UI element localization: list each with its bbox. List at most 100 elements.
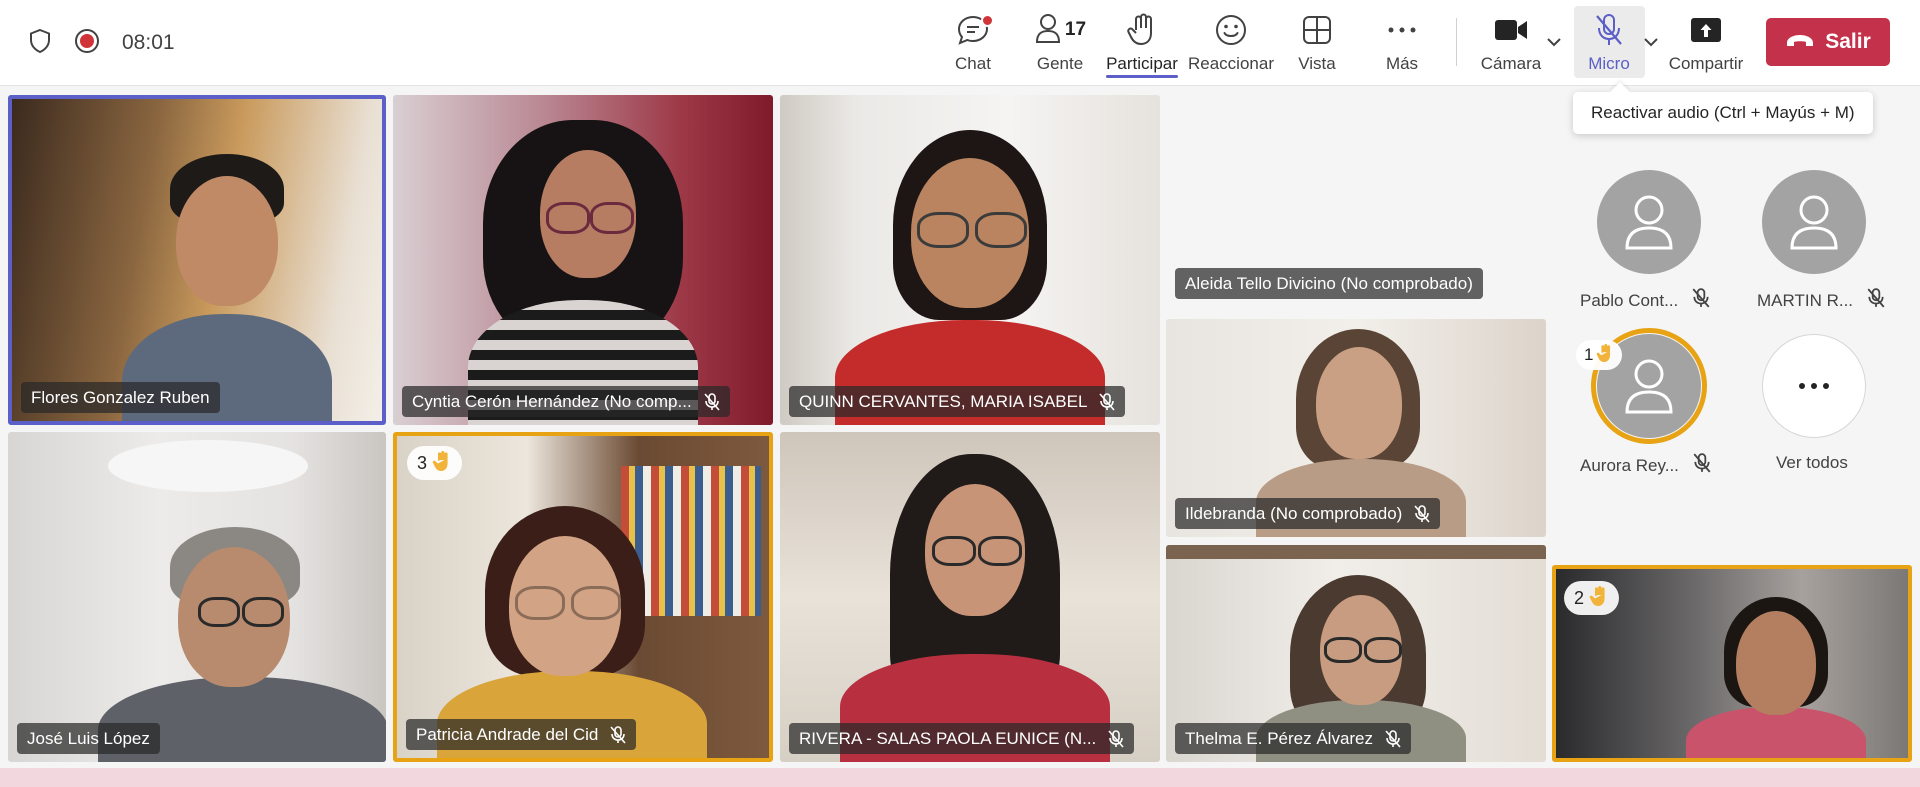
chat-icon <box>956 12 994 48</box>
more-button[interactable]: Más <box>1380 8 1424 78</box>
participant-name: MARTIN R... <box>1757 290 1854 310</box>
participant-video <box>1686 597 1866 758</box>
video-tile[interactable]: 3 Patricia Andrade del Cid <box>393 432 773 762</box>
participant-name: Ildebranda (No comprobado) <box>1185 503 1403 523</box>
person-icon <box>1625 195 1673 250</box>
leave-button[interactable]: Salir <box>1766 18 1890 66</box>
people-icon-wrap: 17 <box>1034 12 1086 48</box>
video-tile[interactable]: José Luis López <box>8 432 386 762</box>
participant-video <box>840 454 1110 762</box>
active-tab-indicator <box>1106 75 1178 78</box>
meeting-toolbar: 08:01 Chat 17 Gente Participar Reacciona… <box>0 0 1920 86</box>
video-tile[interactable]: Cyntia Cerón Hernández (No comp... <box>393 95 773 425</box>
raised-hand-icon <box>1589 585 1609 612</box>
participant-name-label: Cyntia Cerón Hernández (No comp... <box>402 386 730 417</box>
video-tile[interactable]: 2 <box>1552 565 1912 762</box>
participant-name: Aleida Tello Divicino (No comprobado) <box>1185 273 1473 293</box>
share-button[interactable]: Compartir <box>1668 8 1744 78</box>
participant-video <box>98 527 386 762</box>
hand-order-number: 1 <box>1584 345 1594 364</box>
ceiling-beam <box>1166 545 1546 559</box>
raised-hand-badge: 3 <box>407 446 463 480</box>
participant-name: Patricia Andrade del Cid <box>416 724 599 744</box>
mic-button[interactable]: Micro <box>1580 8 1638 78</box>
people-label: Gente <box>1036 54 1084 73</box>
mic-off-icon <box>1594 12 1624 48</box>
raised-hand-badge: 1 <box>1576 340 1623 370</box>
participant-name-label: Aleida Tello Divicino (No comprobado) <box>1175 268 1483 299</box>
participant-avatar[interactable] <box>1762 170 1866 274</box>
view-button[interactable]: Vista <box>1295 8 1339 78</box>
react-button[interactable]: Reaccionar <box>1188 8 1274 78</box>
mic-muted-icon <box>1108 729 1124 748</box>
video-tile[interactable]: Flores Gonzalez Ruben <box>8 95 386 425</box>
participant-name: QUINN CERVANTES, MARIA ISABEL <box>799 391 1088 411</box>
share-label: Compartir <box>1668 54 1744 73</box>
mic-muted-icon <box>1692 288 1710 313</box>
ceiling-lamp <box>108 440 308 492</box>
people-button[interactable]: 17 Gente <box>1030 8 1090 78</box>
mic-options-chevron-icon[interactable] <box>1643 34 1659 52</box>
video-tile[interactable]: RIVERA - SALAS PAOLA EUNICE (N... <box>780 432 1160 762</box>
meeting-timer: 08:01 <box>122 31 175 54</box>
mic-muted-icon <box>1693 453 1711 478</box>
participate-button[interactable]: Participar <box>1104 8 1180 78</box>
mic-tooltip: Reactivar audio (Ctrl + Mayús + M) <box>1573 92 1873 134</box>
participant-name-label: Flores Gonzalez Ruben <box>21 382 220 413</box>
more-dots-icon <box>1387 12 1417 48</box>
see-all-button[interactable] <box>1762 334 1866 438</box>
people-icon <box>1034 12 1062 49</box>
participant-name: RIVERA - SALAS PAOLA EUNICE (N... <box>799 728 1097 748</box>
more-label: Más <box>1385 54 1419 73</box>
participant-avatar[interactable] <box>1597 170 1701 274</box>
mic-muted-icon <box>1385 729 1401 748</box>
unread-badge <box>981 14 994 27</box>
camera-button[interactable]: Cámara <box>1480 8 1542 78</box>
mic-muted-icon <box>704 392 720 411</box>
mic-muted-icon <box>1414 504 1430 523</box>
participate-label: Participar <box>1106 54 1178 73</box>
participant-name-label: QUINN CERVANTES, MARIA ISABEL <box>789 386 1126 417</box>
shield-icon <box>28 28 52 59</box>
people-count: 17 <box>1064 19 1087 40</box>
participant-video <box>835 130 1105 425</box>
participant-name-label: Patricia Andrade del Cid <box>406 719 637 750</box>
more-dots-icon <box>1799 383 1829 389</box>
participant-name: Flores Gonzalez Ruben <box>31 387 210 407</box>
leave-label: Salir <box>1825 30 1871 53</box>
video-tile[interactable]: Ildebranda (No comprobado) <box>1166 319 1546 537</box>
meeting-status: 08:01 <box>28 28 175 58</box>
video-tile[interactable]: Thelma E. Pérez Álvarez <box>1166 545 1546 762</box>
mic-muted-icon <box>1867 288 1885 313</box>
participant-name: Thelma E. Pérez Álvarez <box>1185 728 1374 748</box>
participant-name-label: Ildebranda (No comprobado) <box>1175 498 1441 529</box>
camera-label: Cámara <box>1480 54 1542 73</box>
chat-label: Chat <box>955 54 991 73</box>
react-label: Reaccionar <box>1188 54 1274 73</box>
participant-video <box>468 120 698 425</box>
participant-name: Aurora Rey... <box>1580 455 1679 475</box>
raised-hand-icon <box>1596 343 1614 368</box>
share-icon <box>1690 12 1722 48</box>
hand-order-number: 2 <box>1574 587 1585 608</box>
recording-icon <box>74 28 100 59</box>
mic-label: Micro <box>1588 54 1630 73</box>
emoji-icon <box>1215 12 1247 48</box>
hang-up-icon <box>1785 30 1815 54</box>
camera-icon <box>1494 12 1528 48</box>
camera-options-chevron-icon[interactable] <box>1546 34 1562 52</box>
participant-roster-name: Aurora Rey... <box>1580 453 1711 478</box>
mic-muted-icon <box>610 725 626 744</box>
hand-order-number: 3 <box>417 452 428 473</box>
video-tile[interactable]: Aleida Tello Divicino (No comprobado) <box>1166 95 1546 305</box>
raised-hand-icon <box>432 450 452 477</box>
bottom-taskbar-strip <box>0 768 1920 787</box>
chat-button[interactable]: Chat <box>948 8 998 78</box>
mic-muted-icon <box>1099 392 1116 411</box>
grid-view-icon <box>1302 12 1332 48</box>
participant-name-label: José Luis López <box>17 723 160 754</box>
see-all-label[interactable]: Ver todos <box>1776 453 1848 473</box>
raised-hand-badge: 2 <box>1564 581 1620 615</box>
video-tile[interactable]: QUINN CERVANTES, MARIA ISABEL <box>780 95 1160 425</box>
participant-name: Cyntia Cerón Hernández (No comp... <box>412 391 692 411</box>
